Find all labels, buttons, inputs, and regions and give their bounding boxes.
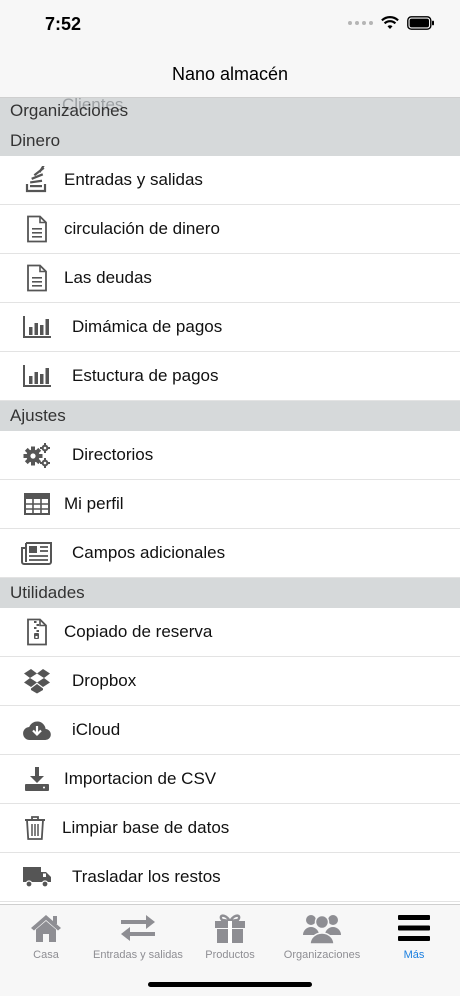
menu-item-limpiar-base-de-datos[interactable]: Limpiar base de datos xyxy=(0,804,460,853)
menu-item-label: Mi perfil xyxy=(64,494,124,513)
tab-label: Productos xyxy=(205,949,255,961)
menu-item-label: Trasladar los restos xyxy=(72,867,221,886)
menu-item-trasladar-los-restos[interactable]: Trasladar los restos xyxy=(0,853,460,902)
menu-item-directorios[interactable]: Directorios xyxy=(0,431,460,480)
page-title: Nano almacén xyxy=(171,64,289,84)
newspaper-icon xyxy=(20,538,54,568)
download-icon xyxy=(20,764,54,794)
menu-item-label: circulación de dinero xyxy=(64,219,220,238)
menu-item-entradas-y-salidas[interactable]: Entradas y salidas xyxy=(0,156,460,205)
section-header-dinero: Dinero xyxy=(0,126,460,156)
section-header-utilidades: Utilidades xyxy=(0,578,460,608)
cloud-download-icon xyxy=(20,715,54,745)
section-header-organizaciones: Clientes Organizaciones xyxy=(0,98,460,126)
menu-item-las-deudas[interactable]: Las deudas xyxy=(0,254,460,303)
menu-item-mi-perfil[interactable]: Mi perfil xyxy=(0,480,460,529)
navigation-bar: Nano almacén xyxy=(0,50,460,98)
menu-item-label: Las deudas xyxy=(64,268,152,287)
menu-item-label: Campos adicionales xyxy=(72,543,226,562)
menu-item-dinamica-de-pagos[interactable]: Dimámica de pagos xyxy=(0,303,460,352)
menu-list[interactable]: Clientes Organizaciones Dinero Entradas … xyxy=(0,98,460,904)
section-title: Utilidades xyxy=(10,583,85,602)
arrows-exchange-icon xyxy=(92,911,184,945)
dropbox-icon xyxy=(20,666,54,696)
menu-item-dropbox[interactable]: Dropbox xyxy=(0,657,460,706)
tab-casa[interactable]: Casa xyxy=(0,911,92,961)
users-icon xyxy=(276,911,368,945)
section-title: Dinero xyxy=(10,131,61,150)
menu-item-copiado-de-reserva[interactable]: Copiado de reserva xyxy=(0,608,460,657)
wifi-icon xyxy=(381,16,399,29)
menu-item-estuctura-de-pagos[interactable]: Estuctura de pagos xyxy=(0,352,460,401)
table-icon xyxy=(20,489,54,519)
menu-icon xyxy=(368,911,460,945)
tab-productos[interactable]: Productos xyxy=(184,911,276,961)
menu-item-label: Directorios xyxy=(72,445,154,464)
signal-icon xyxy=(348,21,373,25)
status-bar: 7:52 xyxy=(0,0,460,50)
tab-label: Más xyxy=(403,949,425,961)
tab-mas[interactable]: Más xyxy=(368,911,460,961)
menu-item-campos-adicionales[interactable]: Campos adicionales xyxy=(0,529,460,578)
trash-icon xyxy=(18,813,52,843)
gears-icon xyxy=(20,440,54,470)
home-indicator xyxy=(148,982,312,987)
menu-item-label: Dropbox xyxy=(72,671,137,690)
bar-chart-icon xyxy=(20,361,54,391)
menu-item-label: Importacion de CSV xyxy=(64,769,217,788)
menu-item-circulacion-de-dinero[interactable]: circulación de dinero xyxy=(0,205,460,254)
tab-label: Casa xyxy=(33,949,59,961)
truck-icon xyxy=(20,862,54,892)
status-icons xyxy=(348,16,435,30)
bar-chart-icon xyxy=(20,312,54,342)
menu-item-label: Limpiar base de datos xyxy=(62,818,230,837)
section-title: Organizaciones xyxy=(10,101,129,120)
menu-item-label: Dimámica de pagos xyxy=(72,317,223,336)
menu-item-icloud[interactable]: iCloud xyxy=(0,706,460,755)
tab-label: Organizaciones xyxy=(283,949,361,961)
menu-item-label: iCloud xyxy=(72,720,121,739)
tab-label: Entradas y salidas xyxy=(93,949,183,961)
menu-item-label: Copiado de reserva xyxy=(64,622,213,641)
status-time: 7:52 xyxy=(45,14,82,34)
zip-file-icon xyxy=(20,617,54,647)
stack-icon xyxy=(20,165,54,195)
document-icon xyxy=(20,214,54,244)
home-icon xyxy=(0,911,92,945)
battery-icon xyxy=(407,16,434,30)
menu-item-label: Entradas y salidas xyxy=(64,170,203,189)
section-title: Ajustes xyxy=(10,406,66,425)
menu-item-label: Estuctura de pagos xyxy=(72,366,219,385)
gift-icon xyxy=(184,911,276,945)
tab-organizaciones[interactable]: Organizaciones xyxy=(276,911,368,961)
menu-item-importacion-de-csv[interactable]: Importacion de CSV xyxy=(0,755,460,804)
section-header-ajustes: Ajustes xyxy=(0,401,460,431)
tab-entradas-y-salidas[interactable]: Entradas y salidas xyxy=(92,911,184,961)
document-icon xyxy=(20,263,54,293)
